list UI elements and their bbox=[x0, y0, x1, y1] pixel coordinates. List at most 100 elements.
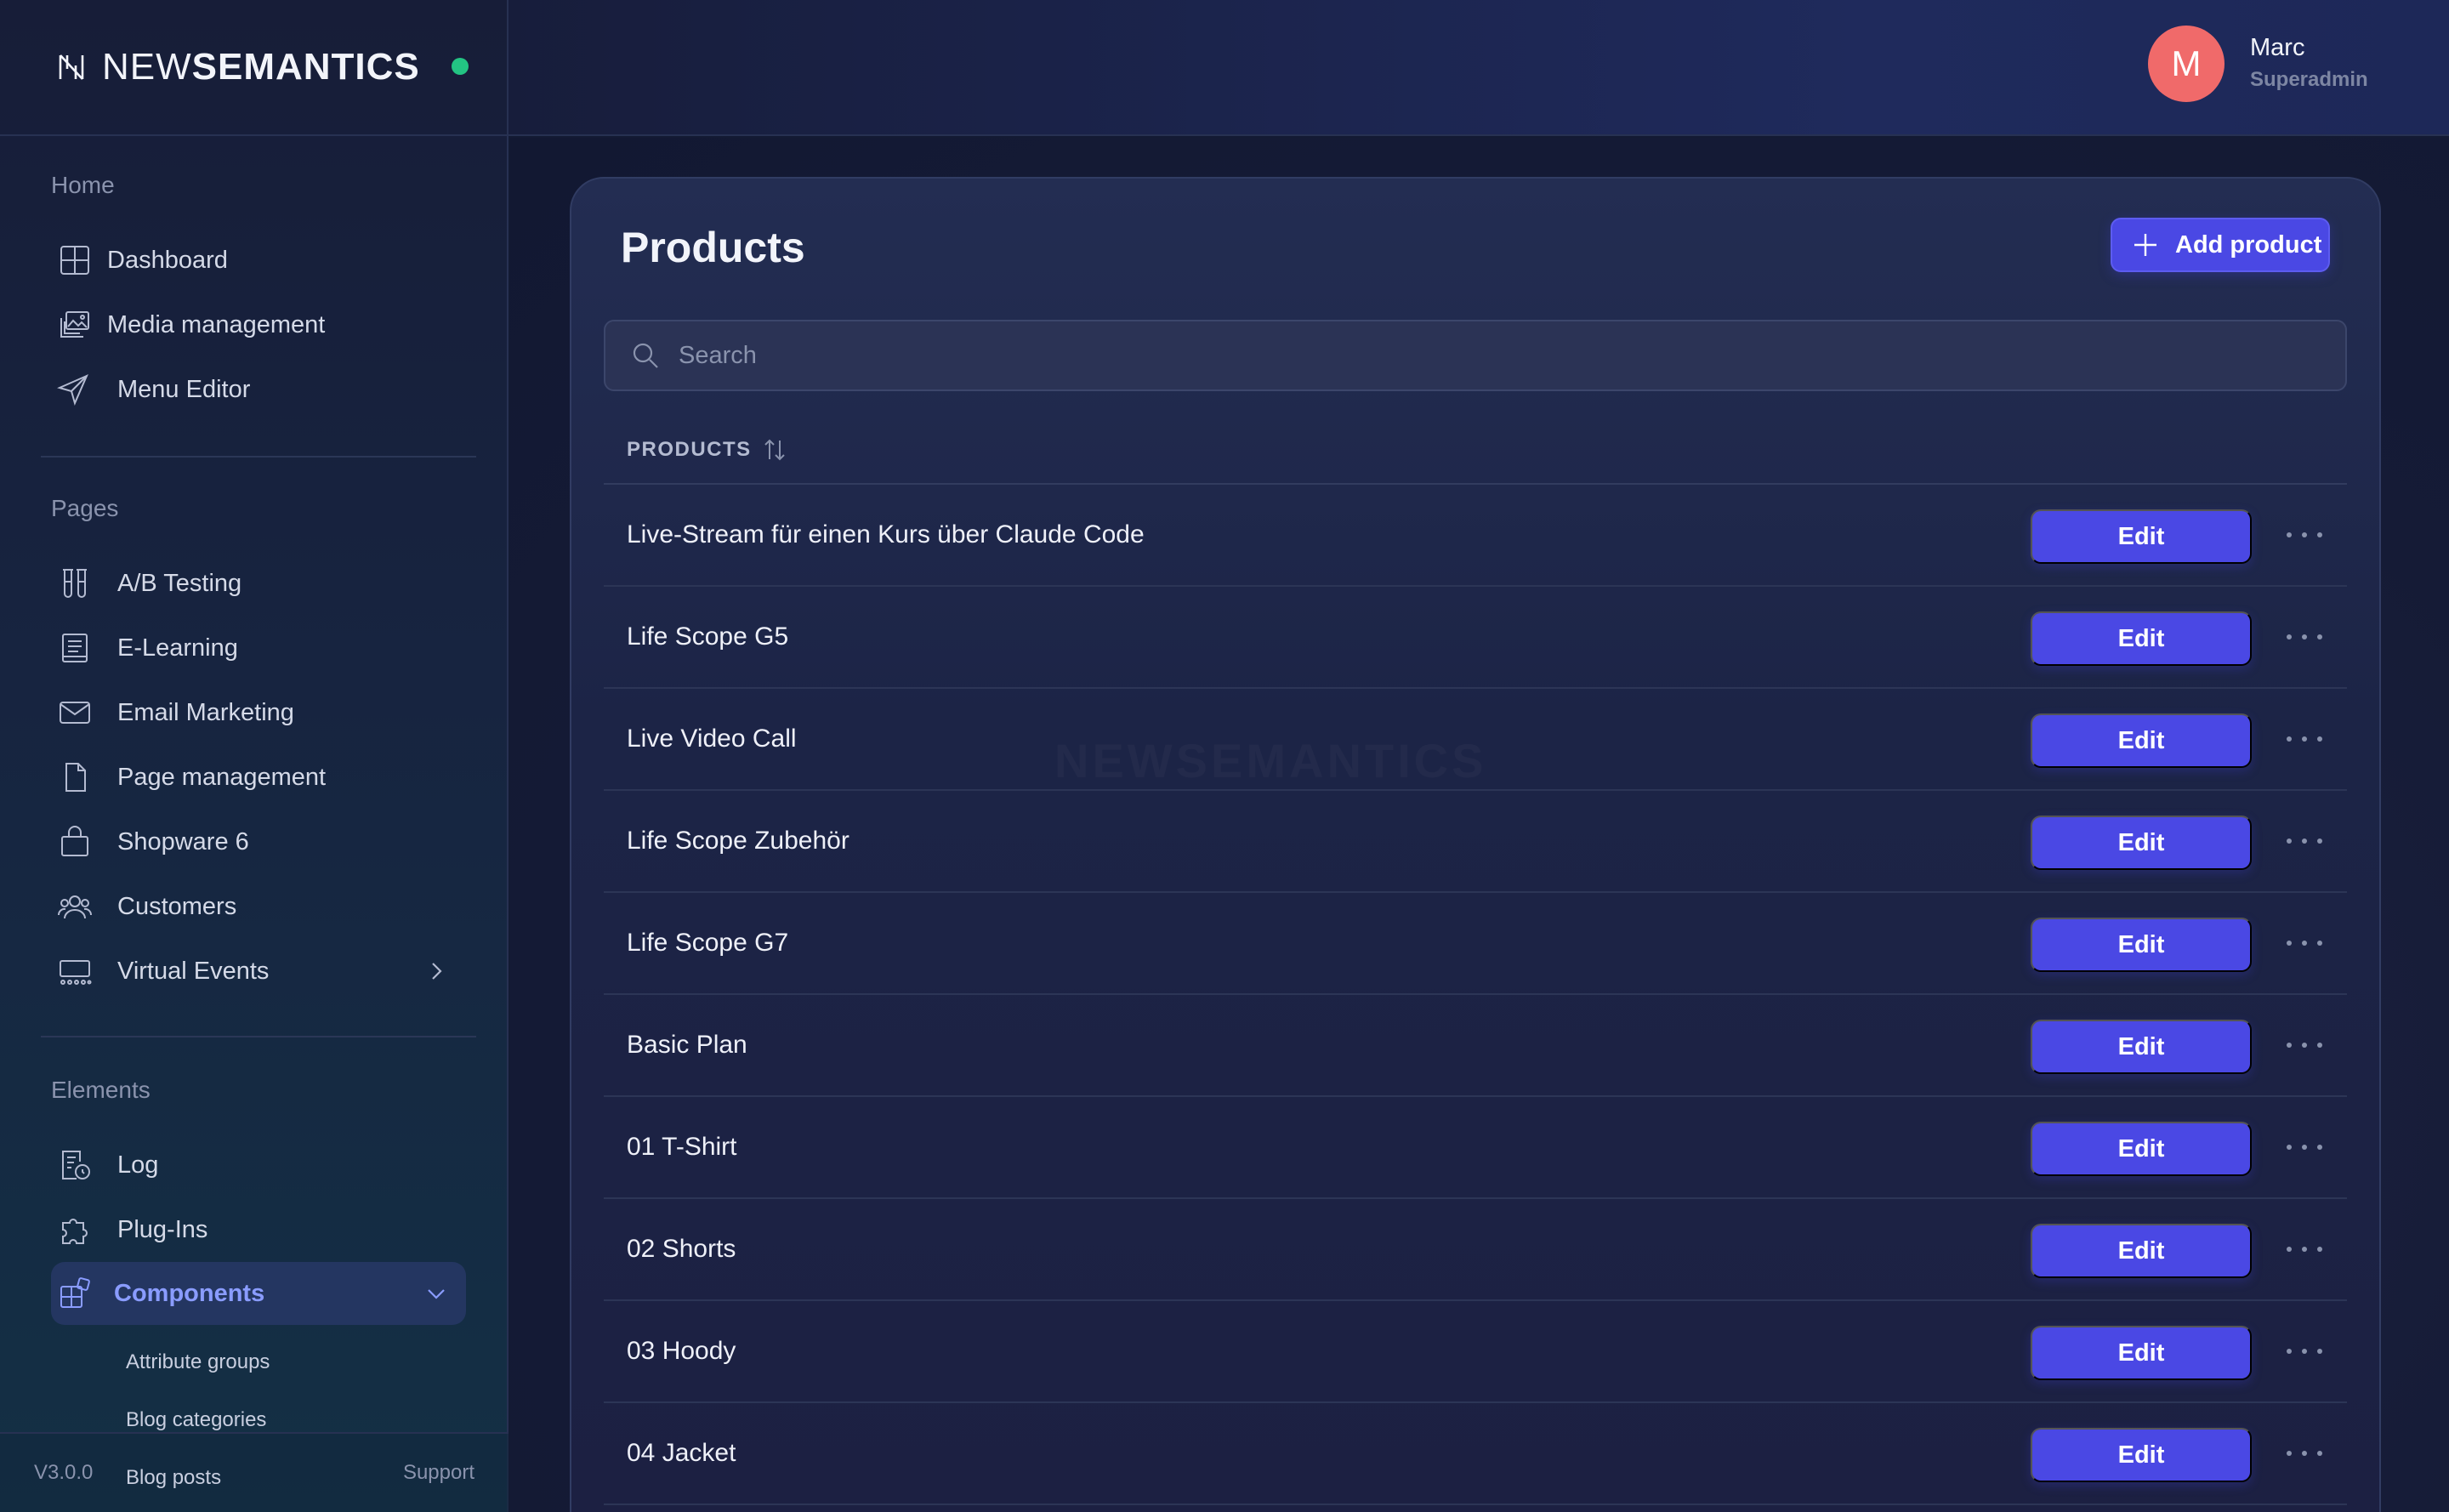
edit-button[interactable]: Edit bbox=[2031, 713, 2252, 768]
version-label: V3.0.0 bbox=[34, 1461, 94, 1484]
search-icon bbox=[633, 343, 658, 368]
more-options-icon[interactable] bbox=[2279, 1134, 2330, 1160]
support-link[interactable]: Support bbox=[403, 1461, 474, 1485]
edit-button[interactable]: Edit bbox=[2031, 1020, 2252, 1074]
sidebar-item-label: Log bbox=[117, 1151, 159, 1179]
product-name: Live-Stream für einen Kurs über Claude C… bbox=[627, 520, 1145, 549]
more-options-icon[interactable] bbox=[2279, 522, 2330, 548]
section-title-home: Home bbox=[51, 172, 115, 198]
table-row: Live-Stream für einen Kurs über Claude C… bbox=[604, 485, 2347, 587]
edit-button[interactable]: Edit bbox=[2031, 1428, 2252, 1482]
sub-item-attribute-groups[interactable]: Attribute groups bbox=[126, 1350, 270, 1374]
send-icon bbox=[56, 372, 117, 406]
sidebar-item-label: E-Learning bbox=[117, 634, 238, 662]
log-icon bbox=[58, 1148, 117, 1182]
sidebar-item-label: Components bbox=[114, 1279, 265, 1307]
sub-item-blog-posts[interactable]: Blog posts bbox=[126, 1466, 221, 1490]
sidebar-divider bbox=[41, 1036, 476, 1037]
product-name: 02 Shorts bbox=[627, 1235, 736, 1263]
user-role: Superadmin bbox=[2250, 68, 2368, 91]
product-name: Life Scope Zubehör bbox=[627, 827, 849, 855]
avatar[interactable]: M bbox=[2148, 26, 2225, 102]
sidebar-item-label: Email Marketing bbox=[117, 698, 294, 726]
table-row: 01 T-Shirt Edit bbox=[604, 1097, 2347, 1199]
section-title-pages: Pages bbox=[51, 495, 119, 521]
add-product-button[interactable]: Add product bbox=[2111, 218, 2330, 272]
edit-button[interactable]: Edit bbox=[2031, 918, 2252, 972]
brand-name-light: NEW bbox=[102, 46, 192, 88]
table-row: 03 Hoody Edit bbox=[604, 1301, 2347, 1403]
table-row: Life Scope G7 Edit bbox=[604, 893, 2347, 995]
sidebar-item-ab-testing[interactable]: A/B Testing bbox=[58, 558, 241, 609]
images-icon bbox=[58, 308, 107, 342]
sidebar-item-label: Customers bbox=[117, 892, 237, 920]
more-options-icon[interactable] bbox=[2279, 624, 2330, 650]
table-row: Life Scope Zubehör Edit bbox=[604, 791, 2347, 893]
sidebar-item-e-learning[interactable]: E-Learning bbox=[58, 622, 238, 674]
user-name[interactable]: Marc bbox=[2250, 34, 2304, 62]
online-status-dot bbox=[452, 58, 469, 75]
sidebar-item-menu-editor[interactable]: Menu Editor bbox=[56, 364, 250, 415]
sidebar-item-media-management[interactable]: Media management bbox=[58, 299, 325, 350]
users-icon bbox=[58, 890, 117, 924]
edit-button[interactable]: Edit bbox=[2031, 1326, 2252, 1380]
edit-button[interactable]: Edit bbox=[2031, 611, 2252, 666]
more-options-icon[interactable] bbox=[2279, 1032, 2330, 1058]
sidebar-divider bbox=[41, 456, 476, 458]
sidebar-item-dashboard[interactable]: Dashboard bbox=[58, 235, 228, 286]
products-column-header[interactable]: PRODUCTS bbox=[627, 437, 787, 463]
sidebar-item-label: Page management bbox=[117, 763, 327, 791]
sidebar-item-email-marketing[interactable]: Email Marketing bbox=[58, 687, 294, 738]
more-options-icon[interactable] bbox=[2279, 1441, 2330, 1466]
mail-icon bbox=[58, 696, 117, 730]
plus-icon bbox=[2134, 234, 2156, 256]
sidebar-item-label: A/B Testing bbox=[117, 569, 242, 597]
search-field[interactable] bbox=[604, 320, 2347, 391]
sidebar-item-page-management[interactable]: Page management bbox=[58, 752, 326, 803]
section-title-elements: Elements bbox=[51, 1077, 151, 1103]
book-icon bbox=[58, 631, 117, 665]
table-row: 04 Jacket Edit bbox=[604, 1403, 2347, 1505]
sidebar-item-customers[interactable]: Customers bbox=[58, 881, 236, 932]
edit-button[interactable]: Edit bbox=[2031, 1224, 2252, 1278]
components-icon bbox=[58, 1276, 114, 1310]
sort-icon bbox=[764, 439, 785, 461]
more-options-icon[interactable] bbox=[2279, 930, 2330, 956]
product-name: Live Video Call bbox=[627, 725, 797, 753]
sidebar-item-label: Menu Editor bbox=[117, 375, 251, 403]
brand-name[interactable]: NEWSEMANTICS bbox=[102, 46, 420, 88]
product-name: Basic Plan bbox=[627, 1031, 747, 1059]
more-options-icon[interactable] bbox=[2279, 1339, 2330, 1364]
more-options-icon[interactable] bbox=[2279, 1236, 2330, 1262]
more-options-icon[interactable] bbox=[2279, 828, 2330, 854]
product-name: Life Scope G5 bbox=[627, 622, 789, 651]
chevron-right-icon bbox=[432, 963, 442, 980]
sidebar-item-components[interactable]: Components bbox=[51, 1262, 466, 1325]
brand-name-bold: SEMANTICS bbox=[191, 46, 420, 88]
product-name: 03 Hoody bbox=[627, 1337, 736, 1365]
more-options-icon[interactable] bbox=[2279, 726, 2330, 752]
search-input[interactable] bbox=[679, 341, 2345, 370]
table-row: 02 Shorts Edit bbox=[604, 1199, 2347, 1301]
sidebar-item-label: Media management bbox=[107, 310, 326, 338]
product-name: 04 Jacket bbox=[627, 1439, 736, 1467]
edit-button[interactable]: Edit bbox=[2031, 1122, 2252, 1176]
sidebar-item-log[interactable]: Log bbox=[58, 1140, 158, 1191]
page-title: Products bbox=[621, 224, 805, 271]
chevron-down-icon bbox=[428, 1289, 445, 1299]
edit-button[interactable]: Edit bbox=[2031, 816, 2252, 870]
sidebar: NEWSEMANTICS Home Dashboard Media manage… bbox=[0, 0, 509, 1512]
table-row: Life Scope G5 Edit bbox=[604, 587, 2347, 689]
product-name: Life Scope G7 bbox=[627, 929, 789, 957]
brand-logo-icon bbox=[59, 54, 84, 80]
sub-item-blog-categories[interactable]: Blog categories bbox=[126, 1408, 266, 1432]
sidebar-item-label: Plug-Ins bbox=[117, 1215, 208, 1243]
sidebar-item-plug-ins[interactable]: Plug-Ins bbox=[58, 1204, 207, 1255]
table-row: Live Video Call Edit bbox=[604, 689, 2347, 791]
sidebar-item-virtual-events[interactable]: Virtual Events bbox=[58, 946, 474, 997]
edit-button[interactable]: Edit bbox=[2031, 509, 2252, 564]
file-icon bbox=[58, 760, 117, 794]
sidebar-item-shopware[interactable]: Shopware 6 bbox=[58, 816, 249, 867]
sidebar-footer: V3.0.0 Support bbox=[0, 1432, 509, 1512]
add-product-label: Add product bbox=[2175, 230, 2322, 259]
